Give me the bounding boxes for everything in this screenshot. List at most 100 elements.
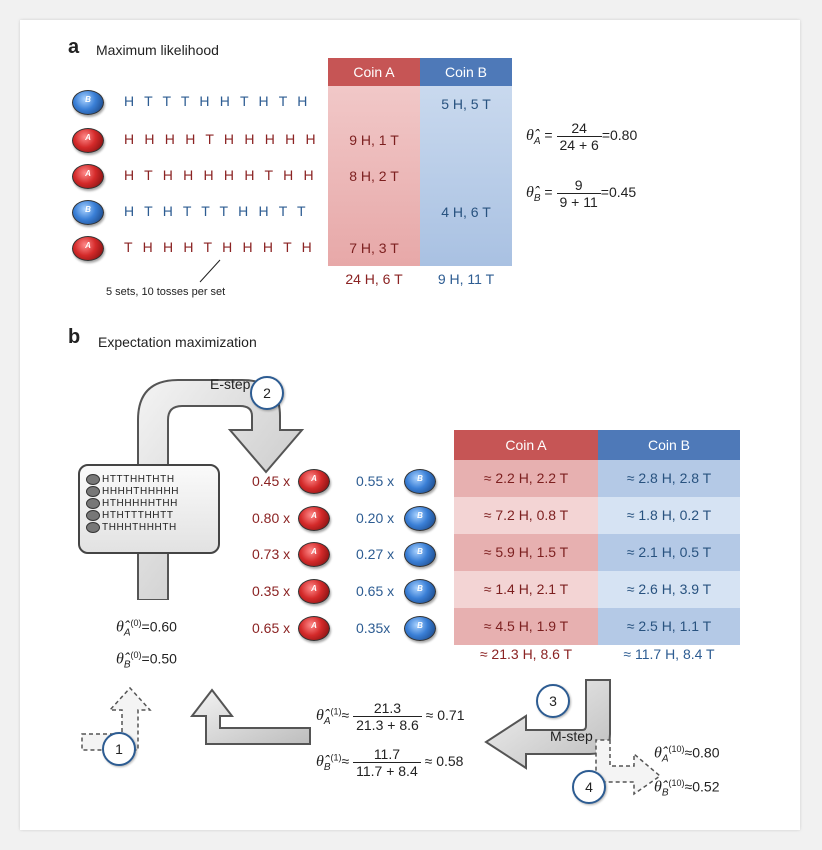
theta-value: ≈0.52 <box>684 778 720 795</box>
table-row: ≈ 1.4 H, 2.1 T ≈ 2.6 H, 3.9 T <box>454 571 740 608</box>
fraction-numerator: 9 <box>556 177 601 194</box>
coin-icon <box>86 522 100 533</box>
panel-a-title: Maximum likelihood <box>96 42 219 58</box>
sequence-row-2: H H H H T H H H H H <box>124 131 319 147</box>
weight-coin-a: 0.65 x <box>252 620 291 636</box>
fraction: 24 24 + 6 <box>556 120 602 153</box>
coin-icon <box>86 498 100 509</box>
coin-a-icon: A <box>72 164 104 189</box>
fraction: 9 9 + 11 <box>556 177 601 210</box>
mle-equation-b: θ̂B = 9 9 + 11 =0.45 <box>526 177 637 210</box>
update-equation-b: θ̂B(1)≈ 11.7 11.7 + 8.4 ≈ 0.58 <box>316 746 463 779</box>
theta-subscript: A <box>123 627 131 639</box>
fraction-denominator: 21.3 + 8.6 <box>356 717 419 733</box>
theta-subscript: B <box>661 787 669 799</box>
table-cell: 4 H, 6 T <box>441 204 491 220</box>
fraction: 11.7 11.7 + 8.4 <box>353 746 421 779</box>
coin-a-icon: A <box>298 506 330 531</box>
step-1-marker: 1 <box>102 732 136 766</box>
equation-result: =0.80 <box>601 127 638 144</box>
coin-b-icon: B <box>72 90 104 115</box>
theta-superscript: (0) <box>130 618 142 628</box>
theta-subscript: B <box>533 193 541 204</box>
figure-frame: a Maximum likelihood B H T T T H H T H T… <box>20 20 800 830</box>
coin-b-icon: B <box>404 506 436 531</box>
table-cell: ≈ 5.9 H, 1.5 T <box>454 534 598 571</box>
sequence-row-3: H T H H H H H T H H <box>124 167 317 183</box>
fraction-numerator: 21.3 <box>353 700 422 717</box>
fraction-denominator: 24 + 6 <box>559 137 599 153</box>
table-row: ≈ 5.9 H, 1.5 T ≈ 2.1 H, 0.5 T <box>454 534 740 571</box>
coin-b-icon: B <box>404 469 436 494</box>
table-cell: ≈ 7.2 H, 0.8 T <box>454 497 598 534</box>
table-cell: ≈ 1.4 H, 2.1 T <box>454 571 598 608</box>
step-4-marker: 4 <box>572 770 606 804</box>
equation-result: ≈ 0.58 <box>424 753 464 770</box>
fraction: 21.3 21.3 + 8.6 <box>353 700 422 733</box>
mini-sequence: HTHHHHHTHH <box>102 498 178 510</box>
table-cell <box>420 158 512 194</box>
panel-a-letter: a <box>68 36 80 58</box>
mini-sequence: HTTTHHTHTH <box>102 474 175 486</box>
table-cell: 8 H, 2 T <box>349 168 399 184</box>
coin-icon <box>86 486 100 497</box>
panel-b-letter: b <box>68 326 81 348</box>
coin-b-icon: B <box>404 542 436 567</box>
table-cell <box>328 194 420 230</box>
coin-icon <box>86 474 100 485</box>
fraction-numerator: 11.7 <box>353 746 421 763</box>
coin-b-icon: B <box>404 579 436 604</box>
table-row: 9 H, 1 T <box>328 122 512 158</box>
table-cell: ≈ 2.1 H, 0.5 T <box>598 534 740 571</box>
weight-coin-a: 0.73 x <box>252 546 291 562</box>
coin-a-icon: A <box>298 579 330 604</box>
em-table-total-coin-a: ≈ 21.3 H, 8.6 T <box>479 646 573 662</box>
table-cell: ≈ 4.5 H, 1.9 T <box>454 608 598 645</box>
fraction-numerator: 24 <box>556 120 602 137</box>
table-row: ≈ 4.5 H, 1.9 T ≈ 2.5 H, 1.1 T <box>454 608 740 645</box>
initial-theta-a: θ̂A(0)=0.60 <box>116 618 177 638</box>
fraction-denominator: 11.7 + 8.4 <box>356 763 418 779</box>
weight-coin-a: 0.45 x <box>252 473 291 489</box>
theta-hat-symbol: θ̂ <box>526 127 534 145</box>
theta-subscript: A <box>323 716 331 727</box>
caption-pointer-line <box>199 259 221 283</box>
sequence-row-4: H T H T T T H H T T <box>124 203 309 219</box>
table-cell: ≈ 2.2 H, 2.2 T <box>454 460 598 497</box>
em-table-body: ≈ 2.2 H, 2.2 T ≈ 2.8 H, 2.8 T ≈ 7.2 H, 0… <box>454 460 740 645</box>
theta-value: ≈0.80 <box>684 744 720 761</box>
list-item: HTHHHHHTHH <box>86 498 179 510</box>
sequence-row-5: T H H H T H H H T H <box>124 239 315 255</box>
table-cell: ≈ 2.5 H, 1.1 T <box>598 608 740 645</box>
step-2-marker: 2 <box>250 376 284 410</box>
mini-sequence-list: HTTTHHTHTH HHHHTHHHHH HTHHHHHTHH HTHTTTH… <box>86 474 179 534</box>
theta-superscript: (10) <box>668 744 685 754</box>
update-equation-a: θ̂A(1)≈ 21.3 21.3 + 8.6 ≈ 0.71 <box>316 700 465 733</box>
coin-a-icon: A <box>298 616 330 641</box>
table-cell <box>420 122 512 158</box>
sequence-summary-box: HTTTHHTHTH HHHHTHHHHH HTHHHHHTHH HTHTTTH… <box>78 464 220 554</box>
mini-sequence: HTHTTTHHTT <box>102 510 174 522</box>
panel-a-caption: 5 sets, 10 tosses per set <box>106 286 226 298</box>
theta-subscript: B <box>123 659 131 671</box>
list-item: THHHTHHHTH <box>86 522 179 534</box>
table-a-header-coin-b: Coin B <box>420 58 512 86</box>
mle-equation-a: θ̂A = 24 24 + 6 =0.80 <box>526 120 638 153</box>
table-row: 5 H, 5 T <box>328 86 512 122</box>
table-cell <box>328 86 420 122</box>
theta-subscript: B <box>323 762 331 773</box>
list-item: HHHHTHHHHH <box>86 486 179 498</box>
initial-theta-b: θ̂B(0)=0.50 <box>116 650 177 670</box>
theta-subscript: A <box>661 753 669 765</box>
e-step-label: E-step <box>210 376 251 392</box>
weight-coin-b: 0.55 x <box>356 473 395 489</box>
table-cell: ≈ 1.8 H, 0.2 T <box>598 497 740 534</box>
table-row: ≈ 2.2 H, 2.2 T ≈ 2.8 H, 2.8 T <box>454 460 740 497</box>
theta-value: =0.60 <box>141 618 177 635</box>
theta-subscript: A <box>533 136 541 147</box>
theta-hat-symbol: θ̂ <box>654 778 662 796</box>
sequence-row-1: H T T T H H T H T H <box>124 93 311 109</box>
panel-b-title: Expectation maximization <box>98 334 257 350</box>
table-a-body: 5 H, 5 T 9 H, 1 T 8 H, 2 T 4 H, 6 T 7 H,… <box>328 86 512 266</box>
mini-sequence: THHHTHHHTH <box>102 522 177 534</box>
